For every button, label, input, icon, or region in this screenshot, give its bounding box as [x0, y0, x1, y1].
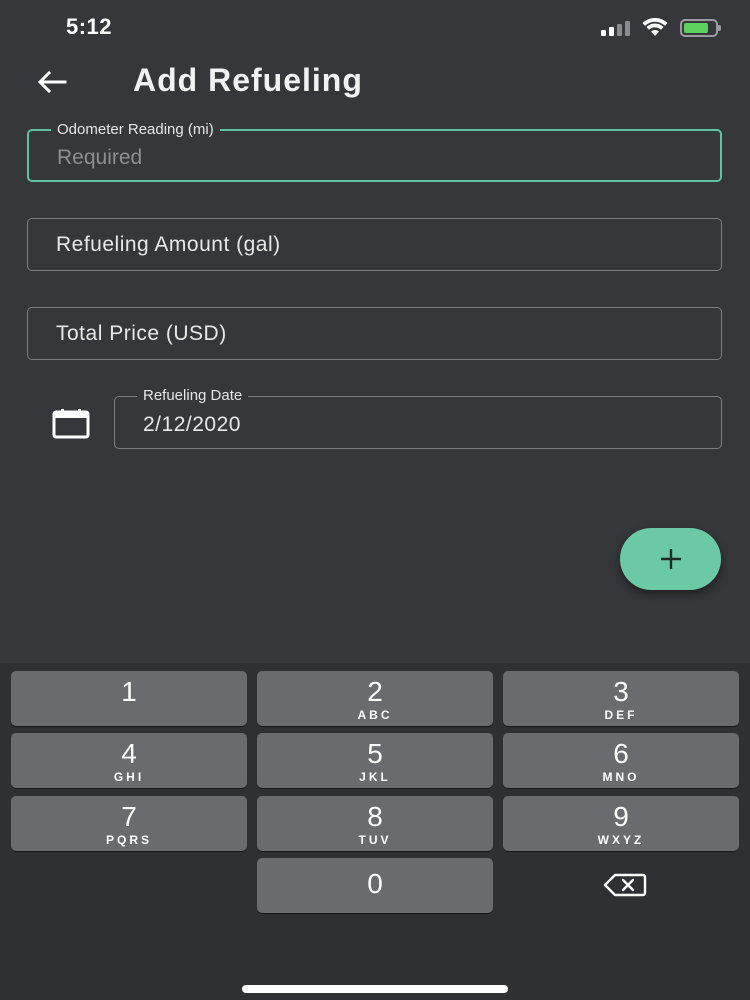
key-6[interactable]: 6 MNO [503, 733, 739, 788]
key-8[interactable]: 8 TUV [257, 796, 493, 851]
key-letters: PQRS [105, 833, 152, 847]
status-bar: 5:12 [0, 0, 750, 56]
refueling-date-input[interactable]: 2/12/2020 [143, 397, 711, 448]
backspace-icon [603, 873, 647, 897]
page-title: Add Refueling [133, 62, 363, 98]
total-price-field[interactable]: Total Price (USD) [27, 307, 722, 360]
key-7[interactable]: 7 PQRS [11, 796, 247, 851]
refueling-amount-field[interactable]: Refueling Amount (gal) [27, 218, 722, 271]
signal-icon [601, 20, 630, 36]
key-5[interactable]: 5 JKL [257, 733, 493, 788]
key-letters: GHI [113, 770, 145, 784]
key-digit: 2 [367, 676, 383, 707]
key-digit: 0 [367, 868, 383, 899]
plus-icon [660, 549, 681, 569]
key-0[interactable]: 0 [257, 858, 493, 913]
add-button[interactable] [620, 528, 721, 590]
odometer-input[interactable]: Required [57, 131, 710, 180]
status-time: 5:12 [66, 14, 113, 39]
refueling-amount-input[interactable]: Refueling Amount (gal) [56, 219, 711, 270]
odometer-field[interactable]: Odometer Reading (mi) Required [27, 121, 722, 182]
key-digit: 7 [121, 801, 137, 832]
status-icons [601, 18, 721, 37]
key-letters: WXYZ [597, 833, 645, 847]
key-letters: TUV [358, 833, 392, 847]
wifi-icon [642, 18, 668, 36]
total-price-placeholder: Total Price (USD) [56, 321, 227, 345]
key-digit: 6 [613, 738, 629, 769]
total-price-input[interactable]: Total Price (USD) [56, 308, 711, 359]
refueling-amount-placeholder: Refueling Amount (gal) [56, 232, 281, 256]
key-letters: ABC [357, 708, 393, 722]
key-1[interactable]: 1 [11, 671, 247, 726]
back-button[interactable] [34, 66, 70, 98]
key-letters: DEF [604, 708, 638, 722]
app-bar: Add Refueling [0, 56, 750, 108]
key-digit: 5 [367, 738, 383, 769]
key-digit: 8 [367, 801, 383, 832]
battery-charging-icon [680, 18, 721, 37]
calendar-icon[interactable] [52, 409, 90, 439]
key-digit: 9 [613, 801, 629, 832]
key-letters: JKL [359, 770, 391, 784]
refueling-date-value: 2/12/2020 [143, 412, 241, 436]
odometer-placeholder: Required [57, 145, 143, 169]
key-9[interactable]: 9 WXYZ [503, 796, 739, 851]
key-digit: 3 [613, 676, 629, 707]
arrow-left-icon [37, 71, 67, 93]
key-3[interactable]: 3 DEF [503, 671, 739, 726]
key-letters: MNO [602, 770, 640, 784]
key-2[interactable]: 2 ABC [257, 671, 493, 726]
key-4[interactable]: 4 GHI [11, 733, 247, 788]
delete-key[interactable] [580, 865, 670, 905]
home-indicator [242, 985, 508, 993]
refueling-date-field[interactable]: Refueling Date 2/12/2020 [114, 387, 722, 449]
key-digit: 4 [121, 738, 137, 769]
key-digit: 1 [121, 676, 137, 707]
